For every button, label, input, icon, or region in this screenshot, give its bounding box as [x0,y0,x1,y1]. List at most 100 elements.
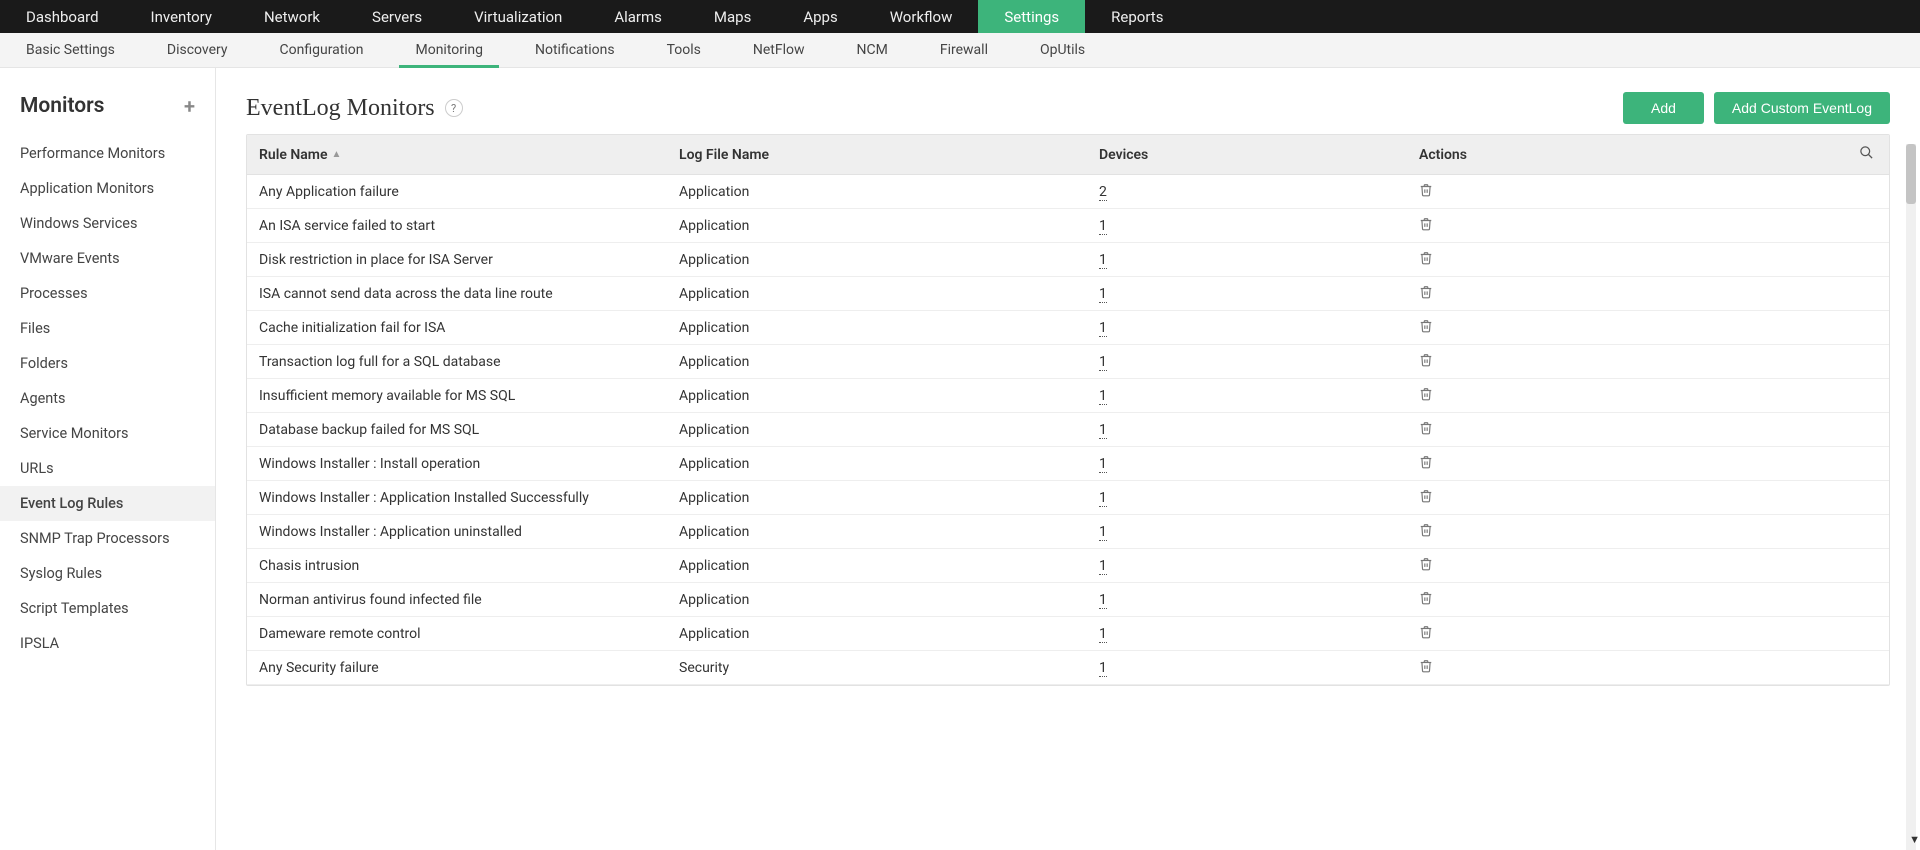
sidebar-item-event-log-rules[interactable]: Event Log Rules [0,486,215,521]
col-header-rule[interactable]: Rule Name ▲ [247,147,679,163]
cell-rule[interactable]: Windows Installer : Install operation [247,456,679,472]
table-header: Rule Name ▲ Log File Name Devices Action… [247,135,1889,175]
sidebar-item-vmware-events[interactable]: VMware Events [0,241,215,276]
cell-rule[interactable]: Cache initialization fail for ISA [247,320,679,336]
topnav-item-reports[interactable]: Reports [1085,0,1189,33]
topnav-item-inventory[interactable]: Inventory [125,0,238,33]
sidebar-item-ipsla[interactable]: IPSLA [0,626,215,661]
sidebar-item-snmp-trap-processors[interactable]: SNMP Trap Processors [0,521,215,556]
topnav-item-maps[interactable]: Maps [688,0,777,33]
topnav-item-settings[interactable]: Settings [978,0,1085,33]
topnav-item-dashboard[interactable]: Dashboard [0,0,125,33]
devices-link[interactable]: 1 [1099,218,1107,235]
cell-rule[interactable]: Database backup failed for MS SQL [247,422,679,438]
sidebar-item-application-monitors[interactable]: Application Monitors [0,171,215,206]
devices-link[interactable]: 1 [1099,354,1107,371]
topnav-item-workflow[interactable]: Workflow [864,0,979,33]
topnav-item-virtualization[interactable]: Virtualization [448,0,588,33]
col-header-log[interactable]: Log File Name [679,147,1099,163]
sidebar-item-files[interactable]: Files [0,311,215,346]
cell-actions [1359,591,1843,609]
subnav-item-notifications[interactable]: Notifications [509,33,641,67]
devices-link[interactable]: 1 [1099,626,1107,643]
cell-rule[interactable]: Windows Installer : Application uninstal… [247,524,679,540]
topnav-item-alarms[interactable]: Alarms [588,0,688,33]
delete-icon[interactable] [1419,557,1433,571]
cell-rule[interactable]: Insufficient memory available for MS SQL [247,388,679,404]
add-monitor-icon[interactable]: + [184,94,195,118]
cell-rule[interactable]: Chasis intrusion [247,558,679,574]
delete-icon[interactable] [1419,659,1433,673]
subnav-item-discovery[interactable]: Discovery [141,33,254,67]
help-icon[interactable]: ? [445,99,463,117]
delete-icon[interactable] [1419,353,1433,367]
devices-link[interactable]: 1 [1099,592,1107,609]
sidebar-item-service-monitors[interactable]: Service Monitors [0,416,215,451]
col-header-devices[interactable]: Devices [1099,147,1359,163]
scroll-down-icon[interactable]: ▼ [1909,833,1920,846]
delete-icon[interactable] [1419,183,1433,197]
cell-log: Application [679,422,1099,438]
delete-icon[interactable] [1419,251,1433,265]
cell-devices: 1 [1099,626,1359,642]
devices-link[interactable]: 1 [1099,558,1107,575]
subnav-item-tools[interactable]: Tools [641,33,727,67]
delete-icon[interactable] [1419,285,1433,299]
search-icon[interactable] [1843,145,1889,164]
cell-rule[interactable]: Any Security failure [247,660,679,676]
cell-rule[interactable]: An ISA service failed to start [247,218,679,234]
sidebar-item-performance-monitors[interactable]: Performance Monitors [0,136,215,171]
devices-link[interactable]: 1 [1099,524,1107,541]
subnav-item-oputils[interactable]: OpUtils [1014,33,1111,67]
devices-link[interactable]: 1 [1099,320,1107,337]
delete-icon[interactable] [1419,455,1433,469]
delete-icon[interactable] [1419,421,1433,435]
cell-rule[interactable]: Windows Installer : Application Installe… [247,490,679,506]
cell-rule[interactable]: Disk restriction in place for ISA Server [247,252,679,268]
delete-icon[interactable] [1419,319,1433,333]
devices-link[interactable]: 1 [1099,422,1107,439]
subnav-item-monitoring[interactable]: Monitoring [389,33,509,67]
cell-rule[interactable]: Dameware remote control [247,626,679,642]
scrollbar-thumb[interactable] [1906,144,1916,204]
subnav-item-netflow[interactable]: NetFlow [727,33,831,67]
cell-rule[interactable]: Any Application failure [247,184,679,200]
cell-rule[interactable]: Norman antivirus found infected file [247,592,679,608]
cell-rule[interactable]: Transaction log full for a SQL database [247,354,679,370]
topnav-item-network[interactable]: Network [238,0,346,33]
delete-icon[interactable] [1419,591,1433,605]
subnav-item-ncm[interactable]: NCM [831,33,914,67]
delete-icon[interactable] [1419,523,1433,537]
sidebar-item-processes[interactable]: Processes [0,276,215,311]
sidebar-item-windows-services[interactable]: Windows Services [0,206,215,241]
devices-link[interactable]: 1 [1099,388,1107,405]
devices-link[interactable]: 1 [1099,490,1107,507]
devices-link[interactable]: 1 [1099,660,1107,677]
delete-icon[interactable] [1419,387,1433,401]
delete-icon[interactable] [1419,217,1433,231]
subnav-item-configuration[interactable]: Configuration [254,33,390,67]
subnav-item-basic-settings[interactable]: Basic Settings [0,33,141,67]
sidebar-item-urls[interactable]: URLs [0,451,215,486]
cell-log: Application [679,490,1099,506]
topnav-item-servers[interactable]: Servers [346,0,448,33]
sidebar-item-agents[interactable]: Agents [0,381,215,416]
devices-link[interactable]: 1 [1099,456,1107,473]
devices-link[interactable]: 2 [1099,184,1107,201]
subnav-item-firewall[interactable]: Firewall [914,33,1014,67]
devices-link[interactable]: 1 [1099,286,1107,303]
cell-log: Application [679,626,1099,642]
sidebar-item-folders[interactable]: Folders [0,346,215,381]
scrollbar[interactable] [1906,144,1916,850]
sidebar-item-syslog-rules[interactable]: Syslog Rules [0,556,215,591]
table-row: Any Application failureApplication2 [247,175,1889,209]
devices-link[interactable]: 1 [1099,252,1107,269]
delete-icon[interactable] [1419,625,1433,639]
topnav-item-apps[interactable]: Apps [777,0,863,33]
cell-devices: 1 [1099,252,1359,268]
add-custom-eventlog-button[interactable]: Add Custom EventLog [1714,92,1890,124]
cell-rule[interactable]: ISA cannot send data across the data lin… [247,286,679,302]
sidebar-item-script-templates[interactable]: Script Templates [0,591,215,626]
delete-icon[interactable] [1419,489,1433,503]
add-button[interactable]: Add [1623,92,1704,124]
